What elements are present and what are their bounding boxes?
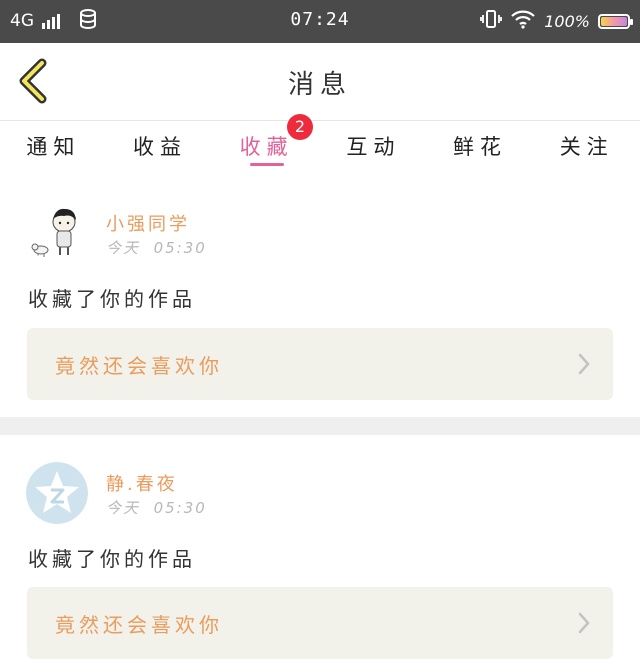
time-value: 05:30 [153, 239, 207, 257]
tab-label: 收藏 [239, 135, 294, 159]
section-divider [0, 417, 640, 435]
action-text: 收藏了你的作品 [28, 547, 196, 571]
message-time: 今天 05:30 [106, 497, 207, 518]
wifi-icon [510, 9, 536, 33]
chevron-right-icon [578, 612, 590, 634]
quoted-work-title: 竟然还会喜欢你 [55, 354, 223, 378]
header: 消息 [0, 43, 640, 121]
tab-label: 互动 [346, 135, 401, 159]
time-day: 今天 [106, 239, 141, 257]
message-card: 小强同学 今天 05:30 收藏了你的作品 竟然还会喜欢你 [0, 178, 640, 417]
tab-label: 关注 [559, 135, 614, 159]
unread-badge: 2 [287, 114, 313, 140]
status-bar: 4G 07:24 100% [0, 0, 640, 43]
quoted-work-title: 竟然还会喜欢你 [55, 613, 223, 637]
battery-icon [598, 13, 633, 29]
tab-interactions[interactable]: 互动 [320, 121, 427, 175]
message-time: 今天 05:30 [106, 237, 207, 258]
tab-label: 收益 [133, 135, 187, 159]
message-card: 静.春夜 今天 05:30 收藏了你的作品 竟然还会喜欢你 [0, 435, 640, 665]
user-name[interactable]: 静.春夜 [106, 470, 178, 496]
action-text: 收藏了你的作品 [28, 287, 196, 311]
user-avatar[interactable] [26, 200, 88, 262]
chevron-right-icon [578, 353, 590, 375]
time-day: 今天 [106, 499, 141, 517]
page-title: 消息 [287, 70, 352, 100]
time-value: 05:30 [153, 499, 207, 517]
quoted-work-link[interactable]: 竟然还会喜欢你 [27, 328, 613, 400]
active-tab-indicator [249, 163, 284, 166]
vibrate-icon [480, 9, 503, 33]
default-avatar-icon [26, 462, 88, 524]
tab-flowers[interactable]: 鲜花 [427, 121, 534, 175]
tab-label: 鲜花 [453, 135, 508, 159]
tab-follows[interactable]: 关注 [533, 121, 640, 175]
tab-label: 通知 [26, 135, 81, 159]
tab-earnings[interactable]: 收益 [107, 121, 214, 175]
tab-notifications[interactable]: 通知 [0, 121, 107, 175]
user-avatar[interactable] [26, 462, 88, 524]
battery-percent: 100% [544, 11, 590, 31]
tab-bar: 通知 收益 收藏 互动 鲜花 关注 [0, 121, 640, 175]
user-name[interactable]: 小强同学 [106, 210, 190, 236]
cartoon-boy-avatar-icon [26, 200, 88, 262]
quoted-work-link[interactable]: 竟然还会喜欢你 [27, 587, 613, 659]
